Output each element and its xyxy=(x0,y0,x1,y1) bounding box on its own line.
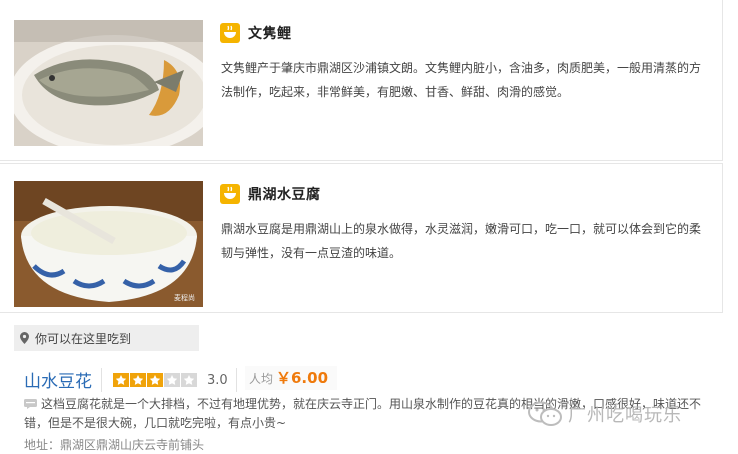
dish-card: 麦程尚 鼎湖水豆腐 鼎湖水豆腐是用鼎湖山上的泉水做得，水灵滋润，嫩滑可口，吃一口… xyxy=(0,163,723,313)
dish-title: 鼎湖水豆腐 xyxy=(248,187,321,203)
star-filled-icon xyxy=(113,373,129,387)
wechat-watermark: 广州吃喝玩乐 xyxy=(528,401,682,427)
bowl-icon xyxy=(220,184,240,204)
watermark-text: 广州吃喝玩乐 xyxy=(568,405,682,426)
dish-card: 文隽鲤 文隽鲤产于肇庆市鼎湖区沙浦镇文朗。文隽鲤内脏小，含油多，肉质肥美，一般用… xyxy=(0,0,723,161)
star-empty-icon xyxy=(164,373,180,387)
divider xyxy=(236,368,237,392)
tofu-pudding-photo xyxy=(14,181,203,307)
divider xyxy=(101,368,102,392)
shop-address: 地址：鼎湖区鼎湖山庆云寺前铺头 xyxy=(24,438,205,452)
dish-title-row: 文隽鲤 xyxy=(220,23,292,43)
dish-photo[interactable]: 麦程尚 xyxy=(14,181,203,307)
dish-photo[interactable] xyxy=(14,20,203,146)
shop-name-link[interactable]: 山水豆花 xyxy=(24,367,92,392)
photo-caption: 麦程尚 xyxy=(174,294,195,302)
bowl-icon xyxy=(220,23,240,43)
comment-icon xyxy=(24,399,37,409)
eat-here-label: 你可以在这里吃到 xyxy=(35,331,132,346)
rating-stars xyxy=(113,373,197,387)
dish-title-row: 鼎湖水豆腐 xyxy=(220,184,321,204)
avg-price-label: 人均 xyxy=(249,372,274,386)
wechat-icon xyxy=(528,401,562,426)
steamed-carp-photo xyxy=(14,20,203,146)
dish-description: 文隽鲤产于肇庆市鼎湖区沙浦镇文朗。文隽鲤内脏小，含油多，肉质肥美，一般用清蒸的方… xyxy=(221,61,702,99)
star-empty-icon xyxy=(181,373,197,387)
rating-score: 3.0 xyxy=(207,373,228,388)
dish-description: 鼎湖水豆腐是用鼎湖山上的泉水做得，水灵滋润，嫩滑可口，吃一口，就可以体会到它的柔… xyxy=(221,222,702,260)
location-pin-icon xyxy=(20,332,29,344)
avg-price-value: ￥6.00 xyxy=(276,369,329,387)
dish-title: 文隽鲤 xyxy=(248,26,292,42)
star-filled-icon xyxy=(130,373,146,387)
star-filled-icon xyxy=(147,373,163,387)
eat-here-header: 你可以在这里吃到 xyxy=(14,325,199,351)
